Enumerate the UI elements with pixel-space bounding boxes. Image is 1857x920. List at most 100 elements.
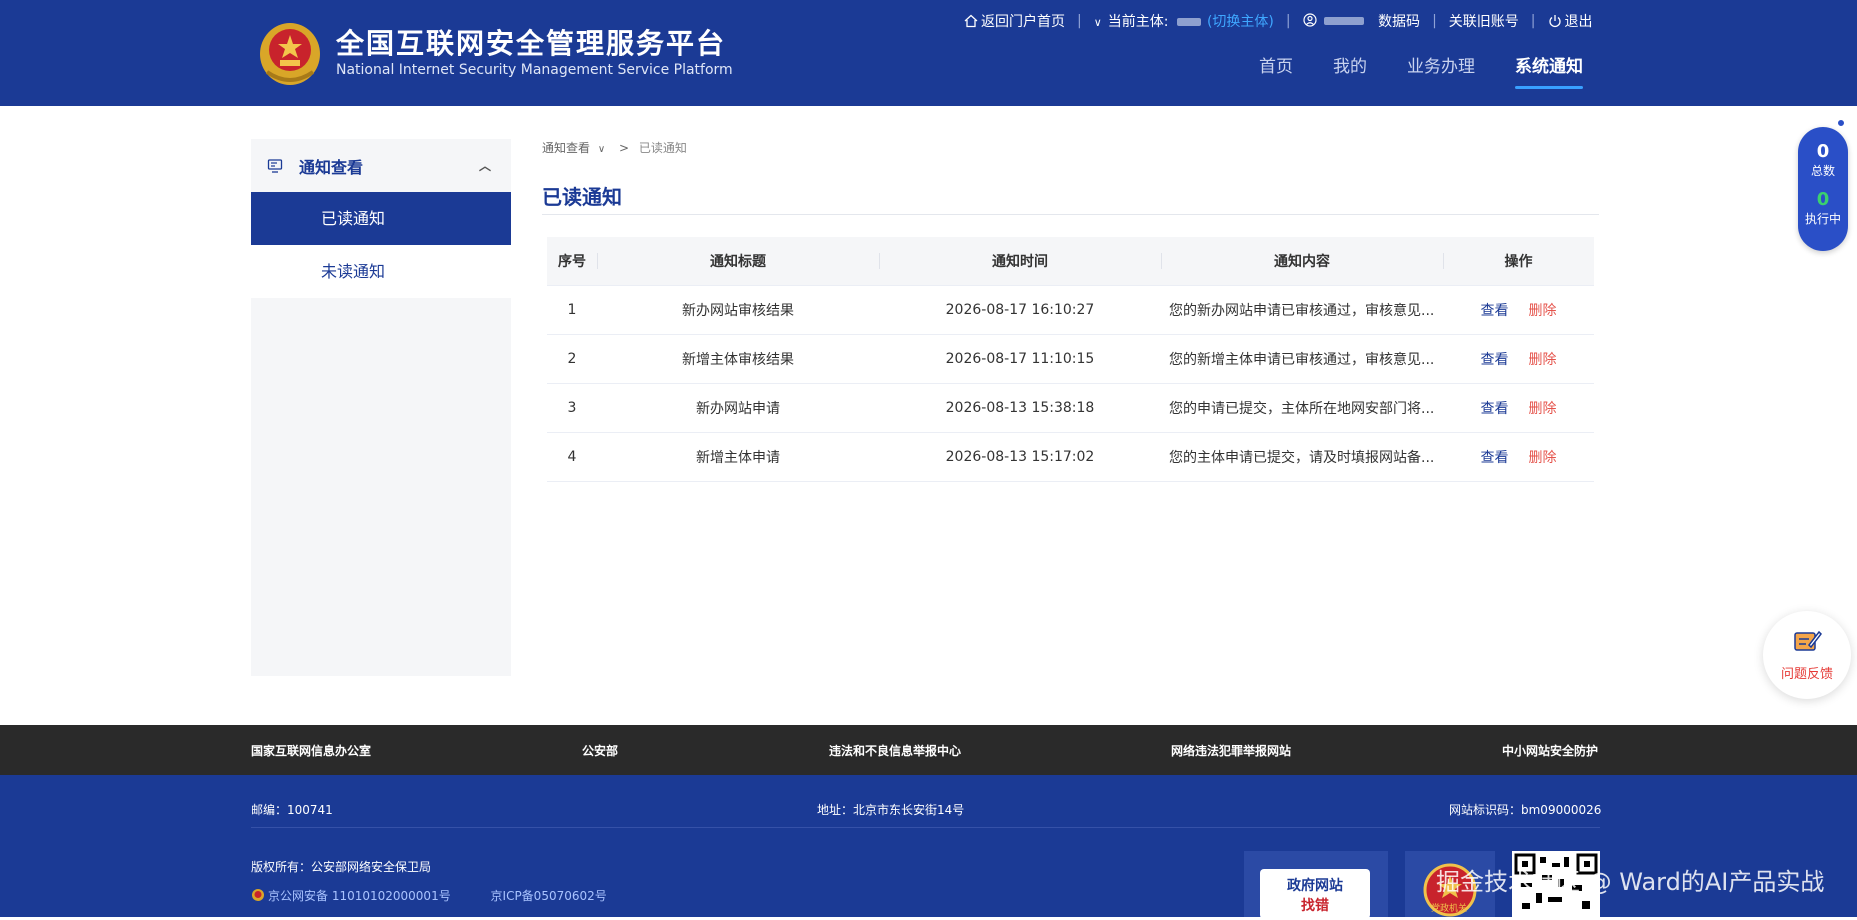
divider: |: [1530, 13, 1536, 29]
divider: |: [1077, 13, 1082, 29]
delete-button[interactable]: 删除: [1529, 352, 1557, 368]
cell-time: 2026-08-17 11:10:15: [879, 334, 1161, 384]
table-row: 2 新增主体审核结果 2026-08-17 11:10:15 您的新增主体申请已…: [547, 334, 1594, 384]
switch-subject-link[interactable]: (切换主体): [1207, 11, 1274, 31]
redacted-subject-name: [1176, 18, 1201, 26]
table-header-row: 序号 通知标题 通知时间 通知内容 操作: [547, 237, 1594, 286]
icp-beian-link[interactable]: 京ICP备05070602号: [491, 889, 607, 903]
gov-site-badge[interactable]: 政府网站 找错: [1244, 851, 1388, 919]
notification-dot: [1836, 118, 1846, 128]
cell-time: 2026-08-13 15:38:18: [879, 383, 1161, 433]
top-utility-bar: 返回门户首页 | ∨ 当前主体: (切换主体) | 数据码 | 关联旧账号 | 退…: [964, 10, 1593, 32]
view-button[interactable]: 查看: [1481, 303, 1509, 319]
sidebar-item-unread[interactable]: 未读通知: [251, 245, 511, 298]
view-button[interactable]: 查看: [1481, 450, 1509, 466]
cell-index: 3: [547, 383, 597, 433]
address: 地址：北京市东长安街14号: [817, 803, 965, 817]
police-beian-link[interactable]: 京公网安备 11010102000001号: [251, 889, 469, 903]
task-stats-widget[interactable]: 0 总数 0 执行中: [1798, 127, 1848, 251]
breadcrumb-current: 已读通知: [638, 141, 687, 155]
cell-content: 您的申请已提交，主体所在地网安部门将...: [1161, 383, 1443, 433]
footer-link-sme-security[interactable]: 中小网站安全防护: [1502, 742, 1598, 759]
sidebar-group-notice[interactable]: 通知查看 ︿: [251, 139, 511, 192]
postcode: 邮编：100741: [251, 803, 333, 817]
home-icon: [964, 14, 978, 28]
gov-site-badge-inner: 政府网站 找错: [1260, 869, 1370, 919]
col-header-title: 通知标题: [597, 237, 879, 286]
divider: |: [1432, 13, 1437, 29]
breadcrumb-parent[interactable]: 通知查看: [542, 141, 590, 155]
main-nav: 首页 我的 业务办理 系统通知: [1259, 52, 1583, 89]
gov-badge-line2: 找错: [1301, 898, 1329, 914]
current-subject[interactable]: ∨ 当前主体:: [1094, 11, 1201, 31]
cell-title: 新办网站申请: [597, 383, 879, 433]
chevron-down-icon: ∨: [1093, 16, 1102, 29]
site-header: 全国互联网安全管理服务平台 National Internet Security…: [0, 0, 1857, 106]
portal-home-label: 返回门户首页: [981, 14, 1065, 30]
footer-divider: [251, 827, 1600, 828]
footer-link-cybercrime[interactable]: 网络违法犯罪举报网站: [1171, 742, 1291, 759]
total-label: 总数: [1810, 164, 1835, 178]
cell-time: 2026-08-13 15:17:02: [879, 432, 1161, 482]
footer-links-bar: 国家互联网信息办公室 公安部 违法和不良信息举报中心 网络违法犯罪举报网站 中小…: [0, 725, 1857, 775]
cell-content: 您的新增主体申请已审核通过，审核意见...: [1161, 334, 1443, 384]
edit-note-icon: [1794, 630, 1822, 651]
view-button[interactable]: 查看: [1481, 401, 1509, 417]
breadcrumb: 通知查看 ∨ > 已读通知: [542, 139, 687, 156]
watermark: 掘金技术社区 @ Ward的AI产品实战: [1436, 868, 1825, 896]
col-header-index: 序号: [547, 237, 597, 286]
notice-table: 序号 通知标题 通知时间 通知内容 操作 1 新办网站审核结果 2026-08-…: [547, 237, 1594, 482]
monitor-icon: [267, 158, 283, 173]
power-icon: [1548, 15, 1561, 28]
delete-button[interactable]: 删除: [1529, 303, 1557, 319]
user-account[interactable]: [1303, 13, 1365, 29]
gov-badge-line1: 政府网站: [1287, 878, 1343, 894]
party-badge-text: 党政机关: [1431, 904, 1468, 914]
footer-link-report-center[interactable]: 违法和不良信息举报中心: [829, 742, 961, 759]
chevron-up-icon: ︿: [478, 159, 491, 173]
logout-button[interactable]: 退出: [1548, 11, 1593, 31]
chevron-down-icon: ∨: [597, 144, 606, 155]
running-count: 0: [1816, 189, 1830, 210]
feedback-label: 问题反馈: [1780, 667, 1833, 682]
data-code-link[interactable]: 数据码: [1378, 11, 1420, 31]
sidebar-group-label: 通知查看: [299, 157, 364, 177]
feedback-button[interactable]: 问题反馈: [1763, 611, 1851, 699]
cell-index: 4: [547, 432, 597, 482]
cell-index: 1: [547, 285, 597, 335]
redacted-username: [1324, 17, 1365, 25]
site-subtitle: National Internet Security Management Se…: [336, 62, 733, 78]
sidebar-item-read[interactable]: 已读通知: [251, 192, 511, 245]
view-button[interactable]: 查看: [1481, 352, 1509, 368]
link-old-account-link[interactable]: 关联旧账号: [1449, 11, 1519, 31]
cell-actions: 查看 删除: [1443, 383, 1594, 433]
footer-link-mps[interactable]: 公安部: [582, 742, 618, 759]
portal-home-link[interactable]: 返回门户首页: [964, 11, 1065, 31]
delete-button[interactable]: 删除: [1529, 401, 1557, 417]
user-icon: [1303, 13, 1317, 27]
nav-home[interactable]: 首页: [1259, 52, 1293, 89]
delete-button[interactable]: 删除: [1529, 450, 1557, 466]
cell-content: 您的新办网站申请已审核通过，审核意见...: [1161, 285, 1443, 335]
col-header-content: 通知内容: [1161, 237, 1443, 286]
nav-system-notice[interactable]: 系统通知: [1515, 52, 1583, 89]
col-header-actions: 操作: [1443, 237, 1594, 286]
cell-index: 2: [547, 334, 597, 384]
site-code: 网站标识码：bm09000026: [1449, 803, 1602, 817]
nav-business[interactable]: 业务办理: [1407, 52, 1475, 89]
current-subject-label: 当前主体:: [1107, 14, 1169, 30]
footer-link-cac[interactable]: 国家互联网信息办公室: [251, 742, 371, 759]
cell-actions: 查看 删除: [1443, 432, 1594, 482]
logout-label: 退出: [1564, 14, 1593, 30]
table-row: 4 新增主体申请 2026-08-13 15:17:02 您的主体申请已提交，请…: [547, 432, 1594, 482]
running-label: 执行中: [1804, 212, 1841, 226]
cell-actions: 查看 删除: [1443, 334, 1594, 384]
national-emblem-logo: [260, 23, 320, 85]
title-divider: [542, 214, 1599, 215]
copyright: 版权所有：公安部网络安全保卫局: [251, 860, 432, 874]
police-badge-icon: [252, 889, 264, 901]
nav-mine[interactable]: 我的: [1333, 52, 1367, 89]
table-row: 1 新办网站审核结果 2026-08-17 16:10:27 您的新办网站申请已…: [547, 285, 1594, 335]
cell-title: 新办网站审核结果: [597, 285, 879, 335]
breadcrumb-separator: >: [619, 141, 630, 155]
